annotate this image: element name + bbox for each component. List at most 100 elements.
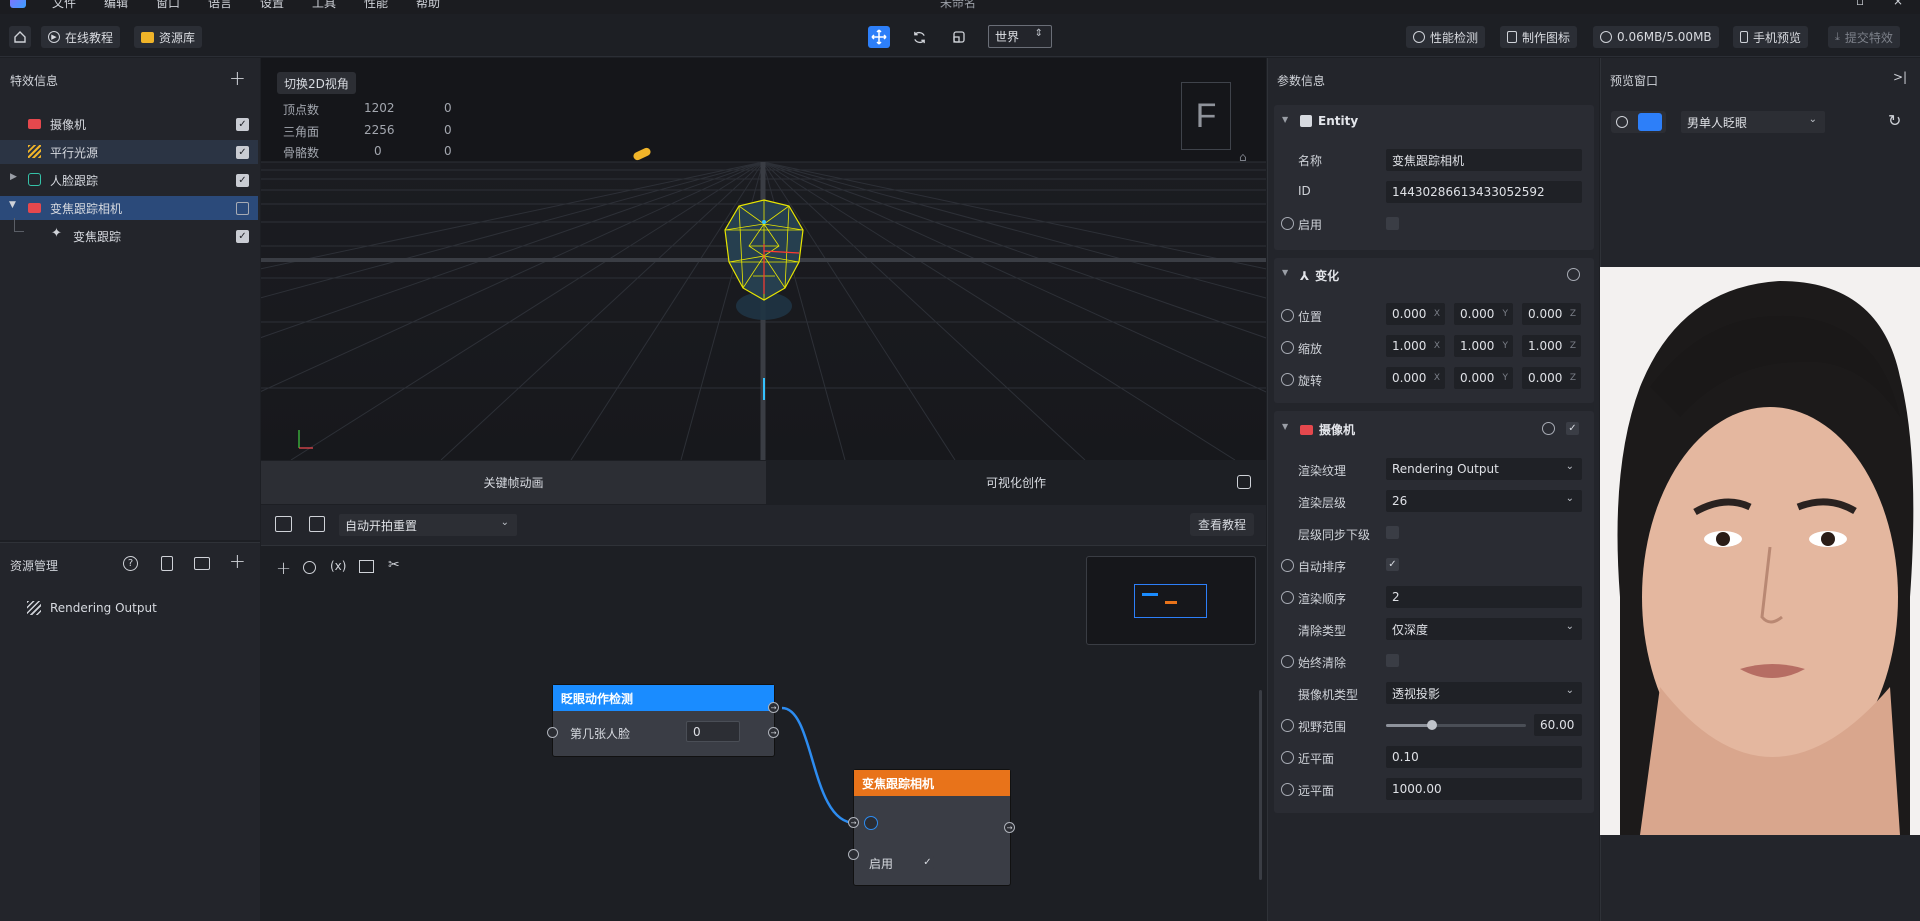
node-blink-detect[interactable]: 眨眼动作检测 第几张人脸 0 → →: [547, 684, 779, 757]
home-button[interactable]: [9, 26, 31, 48]
keyframe-icon[interactable]: [1281, 783, 1294, 796]
keyframe-icon[interactable]: [1281, 309, 1294, 322]
fov-input[interactable]: 60.00: [1534, 714, 1582, 736]
input-port[interactable]: [547, 727, 558, 738]
position-z-input[interactable]: 0.000 Z: [1522, 303, 1581, 325]
menu-tools[interactable]: 工具: [312, 0, 336, 11]
exec-out-port[interactable]: →: [768, 702, 779, 713]
import-file-icon[interactable]: [161, 556, 173, 571]
exec-out-port[interactable]: →: [1004, 822, 1015, 833]
node-enable-checkbox[interactable]: ✓: [921, 856, 934, 869]
space-select[interactable]: 世界 ⇕: [988, 25, 1052, 48]
menu-edit[interactable]: 编辑: [104, 0, 128, 11]
scale-z-input[interactable]: 1.000 Z: [1522, 335, 1581, 357]
name-input[interactable]: 变焦跟踪相机: [1386, 149, 1582, 171]
preview-model-select[interactable]: 男单人眨眼 ⌄: [1681, 111, 1825, 133]
visibility-checkbox[interactable]: [236, 202, 249, 215]
far-plane-input[interactable]: 1000.00: [1386, 778, 1582, 800]
node-tree-icon[interactable]: [275, 516, 292, 532]
id-field[interactable]: 14430286613433052592: [1386, 181, 1582, 203]
position-x-input[interactable]: 0.000 X: [1386, 303, 1445, 325]
view-cube[interactable]: F: [1181, 82, 1231, 150]
keyframe-icon[interactable]: [1281, 217, 1294, 230]
variable-icon[interactable]: (x): [330, 559, 346, 573]
home-view-icon[interactable]: ⌂: [1239, 150, 1247, 164]
render-texture-select[interactable]: Rendering Output ⌄: [1386, 458, 1582, 480]
toggle-2d-view-button[interactable]: 切换2D视角: [277, 72, 356, 94]
keyframe-icon[interactable]: [1281, 559, 1294, 572]
visibility-checkbox[interactable]: ✓: [236, 174, 249, 187]
layout-icon[interactable]: [309, 516, 325, 532]
exec-in-port[interactable]: →: [848, 817, 859, 828]
close-icon[interactable]: ×: [1893, 0, 1903, 8]
performance-check-button[interactable]: 性能检测: [1406, 26, 1486, 48]
visibility-checkbox[interactable]: ✓: [236, 230, 249, 243]
entity-enable-checkbox[interactable]: [1386, 217, 1399, 230]
layer-sync-checkbox[interactable]: [1386, 526, 1399, 539]
add-node-icon[interactable]: +: [276, 558, 291, 579]
new-folder-icon[interactable]: [194, 557, 210, 570]
menu-window[interactable]: 窗口: [156, 0, 180, 11]
position-y-input[interactable]: 0.000 Y: [1454, 303, 1513, 325]
menu-help[interactable]: 帮助: [416, 0, 440, 11]
render-order-input[interactable]: 2: [1386, 586, 1582, 608]
visibility-checkbox[interactable]: ✓: [236, 146, 249, 159]
graph-scrollbar[interactable]: [1259, 690, 1262, 880]
add-keyframe-icon[interactable]: [1542, 422, 1555, 435]
node-zoom-camera[interactable]: 变焦跟踪相机 → → 启用 ✓: [848, 769, 1015, 886]
scale-x-input[interactable]: 1.000 X: [1386, 335, 1445, 357]
blue-input-port[interactable]: [864, 816, 878, 830]
make-icon-button[interactable]: 制作图标: [1500, 26, 1578, 48]
graph-select[interactable]: 自动开拍重置 ⌄: [339, 514, 517, 536]
tab-keyframe-animation[interactable]: 关键帧动画: [261, 461, 766, 504]
rotate-tool-button[interactable]: [908, 26, 930, 48]
scissors-icon[interactable]: ✂: [388, 557, 400, 573]
help-icon[interactable]: ?: [123, 556, 138, 571]
rotation-y-input[interactable]: 0.000 Y: [1454, 367, 1513, 389]
popout-icon[interactable]: [1237, 475, 1251, 489]
face-index-input[interactable]: 0: [686, 721, 740, 742]
keyframe-icon[interactable]: [1281, 751, 1294, 764]
online-tutorial-button[interactable]: ▶ 在线教程: [41, 26, 121, 48]
locate-icon[interactable]: [303, 561, 316, 574]
camera-type-select[interactable]: 透视投影 ⌄: [1386, 682, 1582, 704]
scene-viewport[interactable]: 切换2D视角 顶点数 1202 0 三角面 2256 0 骨骼数 0 0 F ⌂: [261, 58, 1266, 460]
view-tutorial-button[interactable]: 查看教程: [1190, 513, 1254, 536]
visibility-checkbox[interactable]: ✓: [236, 118, 249, 131]
fov-slider-track[interactable]: [1386, 720, 1526, 730]
tree-item-directional-light[interactable]: 平行光源 ✓: [0, 140, 258, 164]
menu-language[interactable]: 语言: [208, 0, 232, 11]
collapse-arrow-icon[interactable]: ▼: [1282, 268, 1288, 277]
camera-enable-checkbox[interactable]: ✓: [1566, 422, 1579, 435]
keyframe-icon[interactable]: [1281, 341, 1294, 354]
clear-type-select[interactable]: 仅深度 ⌄: [1386, 618, 1582, 640]
input-port[interactable]: [848, 849, 859, 860]
move-tool-button[interactable]: [868, 26, 890, 48]
map-icon[interactable]: [359, 560, 374, 573]
exec-out-port[interactable]: →: [768, 727, 779, 738]
keyframe-icon[interactable]: [1281, 373, 1294, 386]
graph-minimap[interactable]: [1086, 556, 1256, 645]
package-size-indicator[interactable]: 0.06MB/5.00MB: [1593, 26, 1719, 48]
add-effect-button[interactable]: +: [229, 66, 246, 90]
collapse-arrow-icon[interactable]: ▼: [1282, 422, 1288, 431]
tree-item-zoom-tracking[interactable]: ✦ 变焦跟踪 ✓: [0, 218, 258, 248]
collapse-panel-icon[interactable]: >|: [1893, 70, 1907, 84]
tree-item-camera[interactable]: 摄像机 ✓: [0, 112, 258, 136]
add-asset-button[interactable]: +: [229, 549, 246, 573]
near-plane-input[interactable]: 0.10: [1386, 746, 1582, 768]
menu-settings[interactable]: 设置: [260, 0, 284, 11]
tree-item-face-tracking[interactable]: ▶ 人脸跟踪 ✓: [0, 168, 258, 192]
submit-effect-button[interactable]: ⤓ 提交特效: [1828, 26, 1900, 48]
asset-item-rendering-output[interactable]: Rendering Output: [0, 596, 258, 620]
menu-performance[interactable]: 性能: [364, 0, 388, 11]
preview-mode-toggle[interactable]: [1611, 111, 1666, 133]
keyframe-icon[interactable]: [1281, 719, 1294, 732]
menu-file[interactable]: 文件: [52, 0, 76, 11]
fov-slider-thumb[interactable]: [1427, 720, 1438, 730]
tree-item-zoom-camera[interactable]: ▼ 变焦跟踪相机: [0, 196, 258, 220]
keyframe-icon[interactable]: [1281, 591, 1294, 604]
photo-mode-icon[interactable]: [1616, 116, 1628, 128]
keyframe-icon[interactable]: [1281, 655, 1294, 668]
rotation-x-input[interactable]: 0.000 X: [1386, 367, 1445, 389]
